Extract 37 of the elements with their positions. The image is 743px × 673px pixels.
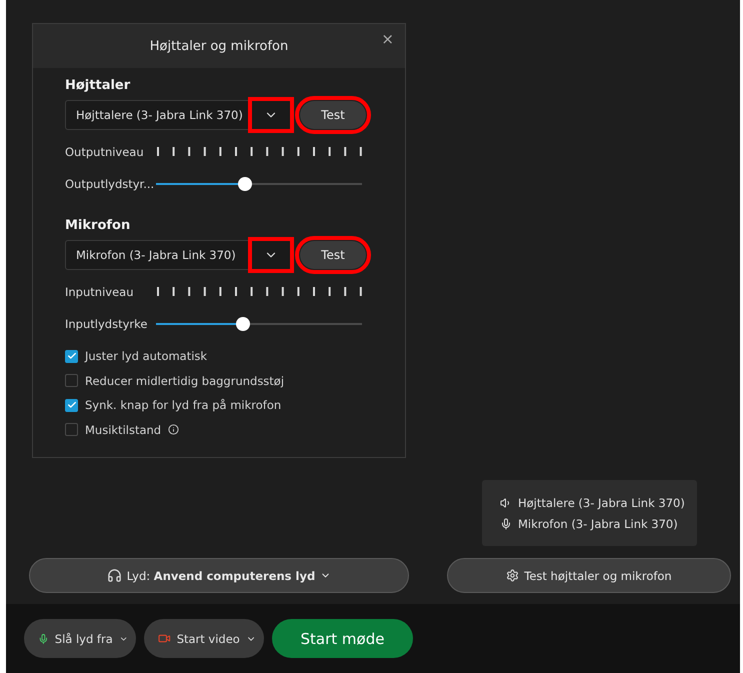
mute-button[interactable]: Slå lyd fra	[24, 619, 136, 658]
meter-label: Inputniveau	[65, 285, 134, 299]
meter-label: Outputniveau	[65, 145, 145, 159]
close-button[interactable]: ×	[378, 30, 397, 48]
test-speaker-mic-button[interactable]: Test højttaler og mikrofon	[447, 558, 731, 593]
option-label: Juster lyd automatisk	[85, 349, 208, 364]
slider-thumb[interactable]	[238, 177, 252, 191]
checkbox[interactable]	[65, 398, 78, 412]
device-name: Højttalere (3- Jabra Link 370)	[518, 496, 685, 510]
slider-thumb[interactable]	[236, 317, 250, 331]
checkbox[interactable]	[65, 350, 78, 363]
section-heading: Højttaler	[65, 78, 132, 93]
volume-slider[interactable]	[156, 177, 362, 191]
microphone-icon	[38, 632, 49, 646]
chevron-down-icon[interactable]	[251, 240, 291, 270]
option-label: Reducer midlertidig baggrundsstøj	[85, 374, 284, 388]
option-label: Musiktilstand	[85, 422, 162, 437]
checkbox[interactable]	[65, 374, 78, 388]
info-icon[interactable]	[168, 424, 180, 436]
dialog-title: Højttaler og mikrofon	[150, 38, 288, 54]
chevron-down-icon[interactable]	[251, 100, 291, 130]
checkbox[interactable]	[65, 423, 78, 436]
device-name: Mikrofon (3- Jabra Link 370)	[518, 516, 678, 530]
audio-button[interactable]: Lyd: Anvend computerens lyd	[29, 558, 409, 593]
speaker-icon	[500, 496, 512, 508]
volume-label: Outputlydstyr...	[65, 177, 156, 191]
settings-icon	[506, 569, 520, 582]
video-button[interactable]: Start video	[144, 619, 264, 658]
start-meeting-button[interactable]: Start møde	[272, 619, 413, 658]
microphone-icon	[500, 518, 512, 530]
test-button[interactable]: Test	[300, 241, 366, 269]
volume-slider[interactable]	[156, 317, 362, 331]
headset-icon	[106, 568, 122, 583]
option-label: Synk. knap for lyd fra på mikrofon	[85, 398, 282, 412]
section-heading: Mikrofon	[65, 218, 132, 233]
test-button[interactable]: Test	[300, 101, 366, 129]
volume-label: Inputlydstyrke	[65, 317, 148, 331]
